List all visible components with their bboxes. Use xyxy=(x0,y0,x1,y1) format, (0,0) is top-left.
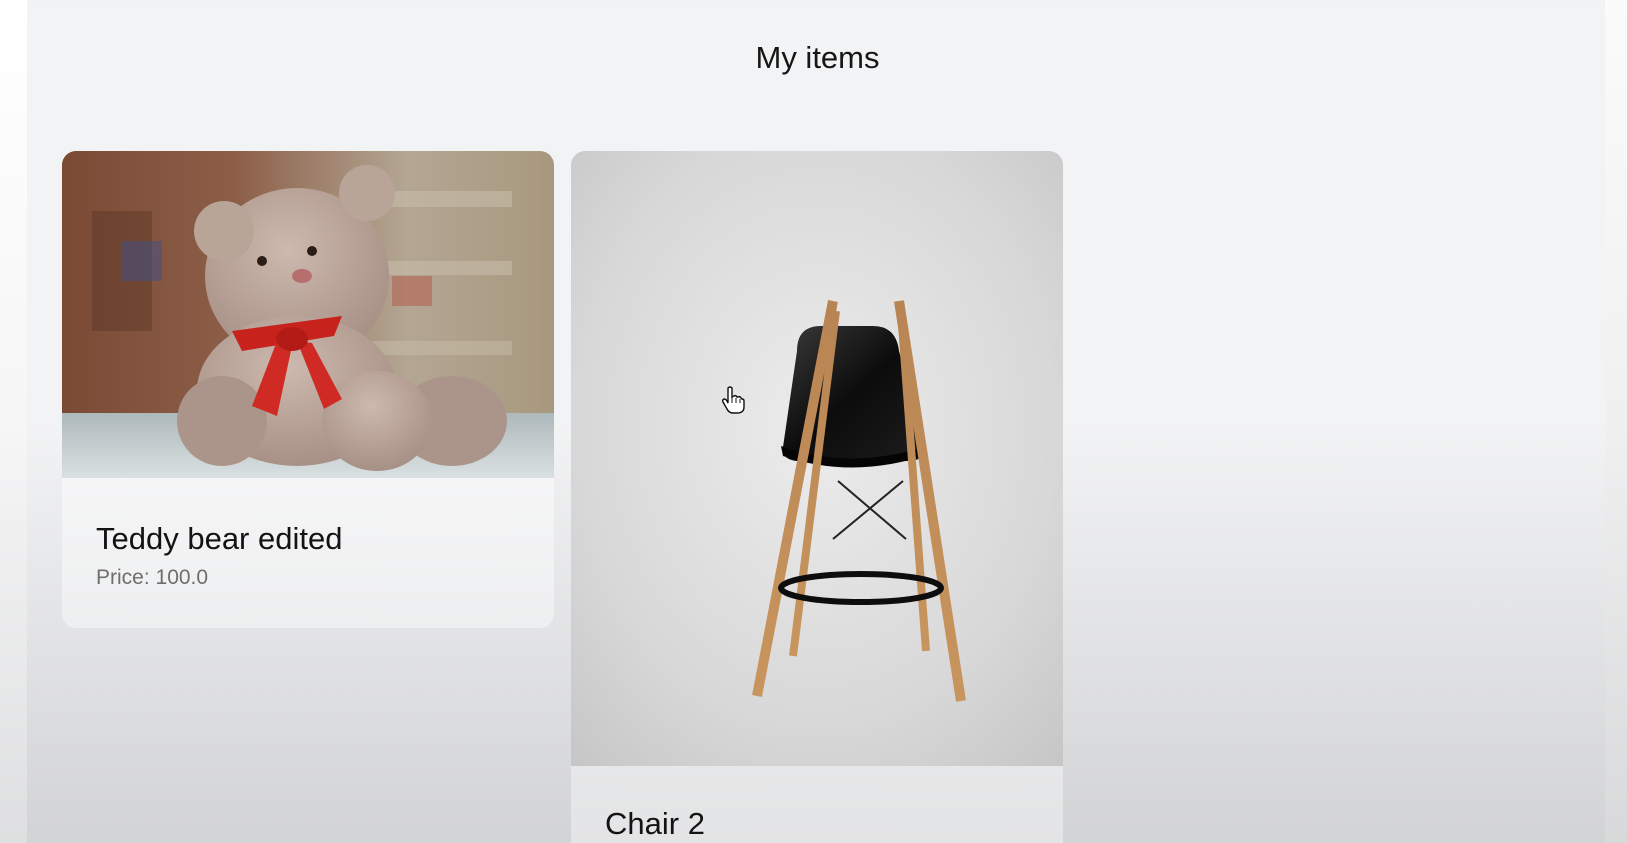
item-card[interactable]: Teddy bear edited Price: 100.0 xyxy=(62,151,554,628)
item-price: Price: 100.0 xyxy=(96,566,209,589)
page-title: My items xyxy=(755,40,880,75)
page-left-margin xyxy=(0,0,27,843)
hand-pointer-icon xyxy=(721,386,745,414)
item-title: Teddy bear edited xyxy=(96,521,343,556)
page-right-margin xyxy=(1605,0,1627,843)
item-card[interactable]: Chair 2 xyxy=(571,151,1063,843)
item-title: Chair 2 xyxy=(605,806,705,841)
teddy-bear-image xyxy=(62,151,554,478)
chair-image xyxy=(571,151,1063,766)
